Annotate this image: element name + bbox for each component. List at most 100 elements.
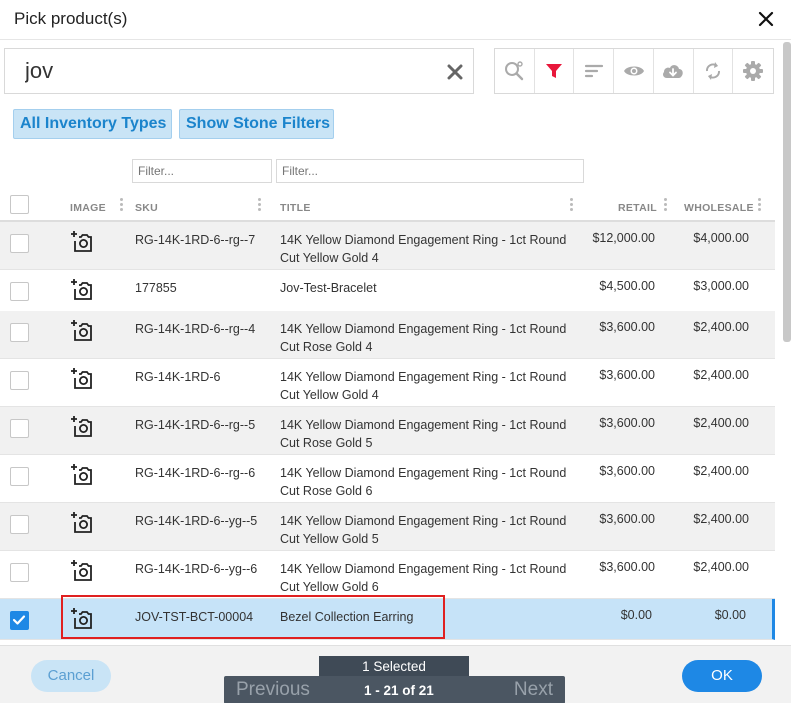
- add-photo-icon[interactable]: [70, 463, 94, 487]
- row-checkbox[interactable]: [10, 563, 29, 582]
- title-filter-input[interactable]: [276, 159, 584, 183]
- row-retail: $4,500.00: [599, 279, 655, 293]
- row-checkbox[interactable]: [10, 467, 29, 486]
- column-menu-icon[interactable]: [120, 198, 124, 214]
- column-menu-icon[interactable]: [258, 198, 262, 214]
- table-row[interactable]: RG-14K-1RD-6--rg--5 14K Yellow Diamond E…: [0, 407, 775, 455]
- add-photo-icon[interactable]: [70, 230, 94, 254]
- row-sku: JOV-TST-BCT-00004: [135, 610, 254, 624]
- refresh-button[interactable]: [694, 49, 734, 93]
- previous-page-button[interactable]: Previous: [236, 679, 310, 701]
- table-row[interactable]: RG-14K-1RD-6--yg--6 14K Yellow Diamond E…: [0, 551, 775, 599]
- sort-button[interactable]: [574, 49, 615, 93]
- row-wholesale: $2,400.00: [693, 560, 749, 574]
- scrollbar[interactable]: [783, 42, 791, 342]
- row-retail: $3,600.00: [599, 416, 655, 430]
- row-checkbox[interactable]: [10, 323, 29, 342]
- selected-count-badge: 1 Selected: [319, 656, 469, 678]
- row-checkbox-checked[interactable]: [10, 611, 29, 630]
- table-row[interactable]: RG-14K-1RD-6--rg--4 14K Yellow Diamond E…: [0, 311, 775, 359]
- add-photo-icon[interactable]: [70, 559, 94, 583]
- table-row-selected[interactable]: JOV-TST-BCT-00004 Bezel Collection Earri…: [0, 599, 775, 640]
- table-row[interactable]: RG-14K-1RD-6--yg--5 14K Yellow Diamond E…: [0, 503, 775, 551]
- row-checkbox[interactable]: [10, 371, 29, 390]
- row-wholesale: $2,400.00: [693, 320, 749, 334]
- settings-button[interactable]: [733, 49, 773, 93]
- table-row[interactable]: RG-14K-1RD-6--rg--6 14K Yellow Diamond E…: [0, 455, 775, 503]
- row-title: Jov-Test-Bracelet: [280, 281, 377, 295]
- row-sku: 177855: [135, 281, 177, 295]
- row-retail: $3,600.00: [599, 512, 655, 526]
- row-retail: $3,600.00: [599, 464, 655, 478]
- add-photo-icon[interactable]: [70, 319, 94, 343]
- row-wholesale: $4,000.00: [693, 231, 749, 245]
- add-photo-icon[interactable]: [70, 415, 94, 439]
- row-sku: RG-14K-1RD-6--rg--5: [135, 418, 256, 432]
- sku-filter-input[interactable]: [132, 159, 272, 183]
- next-page-button[interactable]: Next: [514, 679, 553, 701]
- row-checkbox[interactable]: [10, 234, 29, 253]
- page-range: 1 - 21 of 21: [364, 683, 434, 698]
- column-header-image: IMAGE: [70, 202, 106, 214]
- dialog-header: Pick product(s): [0, 0, 791, 40]
- pagination-bar: Previous 1 - 21 of 21 Next: [224, 676, 565, 703]
- filter-button[interactable]: [535, 49, 575, 93]
- column-header-wholesale[interactable]: WHOLESALE: [684, 202, 754, 214]
- column-header-retail[interactable]: RETAIL: [618, 202, 657, 214]
- column-menu-icon[interactable]: [570, 198, 574, 214]
- column-header-sku[interactable]: SKU: [135, 202, 158, 214]
- row-sku: RG-14K-1RD-6--yg--6: [135, 562, 258, 576]
- row-wholesale: $2,400.00: [693, 416, 749, 430]
- row-title: 14K Yellow Diamond Engagement Ring - 1ct…: [280, 418, 567, 450]
- search-input[interactable]: [25, 57, 425, 85]
- grid-toolbar: [494, 48, 774, 94]
- all-inventory-types-button[interactable]: All Inventory Types: [13, 109, 172, 139]
- add-photo-icon[interactable]: [70, 367, 94, 391]
- add-photo-icon[interactable]: [70, 607, 94, 631]
- search-settings-button[interactable]: [495, 49, 535, 93]
- row-checkbox[interactable]: [10, 419, 29, 438]
- row-sku: RG-14K-1RD-6--yg--5: [135, 514, 258, 528]
- cancel-button[interactable]: Cancel: [31, 660, 111, 692]
- add-photo-icon[interactable]: [70, 278, 94, 302]
- row-wholesale: $3,000.00: [693, 279, 749, 293]
- row-checkbox[interactable]: [10, 282, 29, 301]
- ok-button[interactable]: OK: [682, 660, 762, 692]
- search-settings-icon: [505, 61, 524, 81]
- row-checkbox[interactable]: [10, 515, 29, 534]
- row-title: 14K Yellow Diamond Engagement Ring - 1ct…: [280, 562, 567, 594]
- row-title: 14K Yellow Diamond Engagement Ring - 1ct…: [280, 322, 567, 354]
- gear-icon: [743, 61, 764, 81]
- column-menu-icon[interactable]: [664, 198, 668, 214]
- visibility-button[interactable]: [614, 49, 654, 93]
- cloud-download-icon: [663, 65, 683, 78]
- row-sku: RG-14K-1RD-6--rg--7: [135, 233, 256, 247]
- row-title: 14K Yellow Diamond Engagement Ring - 1ct…: [280, 370, 567, 402]
- table-row[interactable]: RG-14K-1RD-6 14K Yellow Diamond Engageme…: [0, 359, 775, 407]
- row-wholesale: $2,400.00: [693, 464, 749, 478]
- eye-icon: [623, 66, 644, 76]
- column-header-row: IMAGE SKU TITLE RETAIL WHOLESALE: [0, 190, 775, 222]
- row-wholesale: $2,400.00: [693, 368, 749, 382]
- row-retail: $3,600.00: [599, 368, 655, 382]
- select-all-checkbox[interactable]: [10, 195, 29, 214]
- row-sku: RG-14K-1RD-6: [135, 370, 221, 384]
- row-retail: $12,000.00: [592, 231, 655, 245]
- table-row[interactable]: RG-14K-1RD-6--rg--7 14K Yellow Diamond E…: [0, 222, 775, 270]
- download-button[interactable]: [654, 49, 694, 93]
- row-wholesale: $2,400.00: [693, 512, 749, 526]
- column-menu-icon[interactable]: [758, 198, 762, 214]
- row-title: 14K Yellow Diamond Engagement Ring - 1ct…: [280, 514, 567, 546]
- row-wholesale: $0.00: [714, 608, 746, 622]
- add-photo-icon[interactable]: [70, 511, 94, 535]
- dialog-title: Pick product(s): [14, 9, 128, 28]
- show-stone-filters-button[interactable]: Show Stone Filters: [179, 109, 334, 139]
- filter-icon: [546, 64, 563, 78]
- row-retail: $3,600.00: [599, 320, 655, 334]
- close-icon[interactable]: [755, 8, 777, 30]
- column-header-title[interactable]: TITLE: [280, 202, 311, 214]
- row-retail: $3,600.00: [599, 560, 655, 574]
- refresh-icon: [705, 62, 720, 80]
- clear-search-icon[interactable]: [447, 64, 463, 80]
- checkmark-icon: [12, 615, 26, 625]
